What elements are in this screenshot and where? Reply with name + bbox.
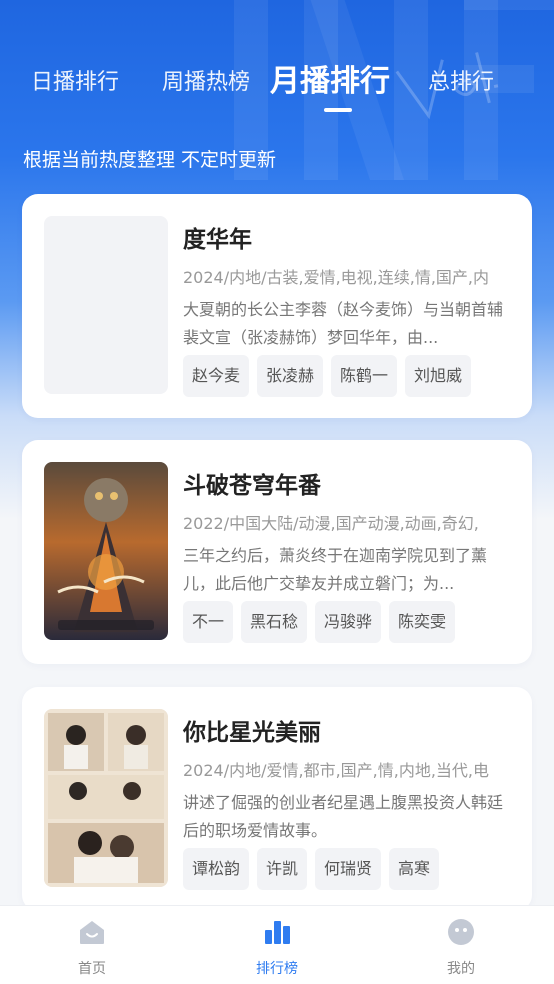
tab-daily[interactable]: 日播排行 bbox=[31, 64, 119, 96]
cast-tag[interactable]: 许凯 bbox=[257, 848, 308, 890]
ranking-tabs: 日播排行 周播热榜 月播排行 总排行 bbox=[0, 52, 554, 112]
card-description: 大夏朝的长公主李蓉（赵今麦饰）与当朝首辅裴文宣（张凌赫饰）梦回华年，由... bbox=[183, 300, 504, 347]
active-tab-indicator bbox=[324, 108, 352, 112]
cast-tag[interactable]: 不一 bbox=[183, 601, 234, 643]
card-title: 斗破苍穹年番 bbox=[183, 473, 321, 499]
card-description: 三年之约后，萧炎终于在迦南学院见到了薰儿，此后他广交挚友并成立磐门；为... bbox=[183, 546, 488, 593]
poster-placeholder bbox=[44, 216, 168, 394]
card-title: 度华年 bbox=[183, 227, 252, 253]
chart-icon bbox=[265, 921, 290, 944]
tab-weekly[interactable]: 周播热榜 bbox=[162, 64, 250, 96]
card-title: 你比星光美丽 bbox=[183, 720, 321, 746]
cast-tag[interactable]: 黑石稔 bbox=[241, 601, 308, 643]
cast-tag[interactable]: 谭松韵 bbox=[183, 848, 250, 890]
cast-tag[interactable]: 陈鹤一 bbox=[331, 355, 398, 397]
nav-ranking[interactable]: 排行榜 bbox=[217, 906, 337, 984]
cast-tags: 赵今麦 张凌赫 陈鹤一 刘旭威 bbox=[183, 355, 472, 397]
card-description: 讲述了倔强的创业者纪星遇上腹黑投资人韩廷后的职场爱情故事。 bbox=[183, 793, 504, 840]
cast-tags: 不一 黑石稔 冯骏骅 陈奕雯 bbox=[183, 601, 456, 643]
cast-tags: 谭松韵 许凯 何瑞贤 高寒 bbox=[183, 848, 440, 890]
bottom-nav: 首页 排行榜 我的 bbox=[0, 905, 554, 984]
home-icon bbox=[80, 921, 104, 944]
cast-tag[interactable]: 张凌赫 bbox=[257, 355, 324, 397]
ranking-card[interactable]: 你比星光美丽 2024/内地/爱情,都市,国产,情,内地,当代,电 讲述了倔强的… bbox=[22, 687, 532, 911]
nav-label: 首页 bbox=[78, 961, 106, 977]
nav-label: 排行榜 bbox=[256, 961, 298, 977]
nav-profile[interactable]: 我的 bbox=[401, 906, 521, 984]
nav-home[interactable]: 首页 bbox=[32, 906, 152, 984]
card-meta: 2024/内地/爱情,都市,国产,情,内地,当代,电 bbox=[183, 761, 490, 780]
tab-overall[interactable]: 总排行 bbox=[428, 64, 494, 96]
card-meta: 2024/内地/古装,爱情,电视,连续,情,国产,内 bbox=[183, 268, 490, 287]
cast-tag[interactable]: 高寒 bbox=[389, 848, 440, 890]
profile-icon bbox=[448, 919, 474, 945]
cast-tag[interactable]: 冯骏骅 bbox=[315, 601, 382, 643]
tab-monthly[interactable]: 月播排行 bbox=[270, 56, 390, 100]
cast-tag[interactable]: 陈奕雯 bbox=[389, 601, 456, 643]
poster-image bbox=[44, 462, 168, 640]
cast-tag[interactable]: 刘旭威 bbox=[405, 355, 472, 397]
poster-image bbox=[44, 709, 168, 887]
card-meta: 2022/中国大陆/动漫,国产动漫,动画,奇幻, bbox=[183, 514, 479, 533]
cast-tag[interactable]: 何瑞贤 bbox=[315, 848, 382, 890]
page-subtitle: 根据当前热度整理 不定时更新 bbox=[23, 149, 277, 171]
ranking-card[interactable]: 斗破苍穹年番 2022/中国大陆/动漫,国产动漫,动画,奇幻, 三年之约后，萧炎… bbox=[22, 440, 532, 664]
nav-label: 我的 bbox=[447, 961, 475, 977]
ranking-card[interactable]: 度华年 2024/内地/古装,爱情,电视,连续,情,国产,内 大夏朝的长公主李蓉… bbox=[22, 194, 532, 418]
cast-tag[interactable]: 赵今麦 bbox=[183, 355, 250, 397]
